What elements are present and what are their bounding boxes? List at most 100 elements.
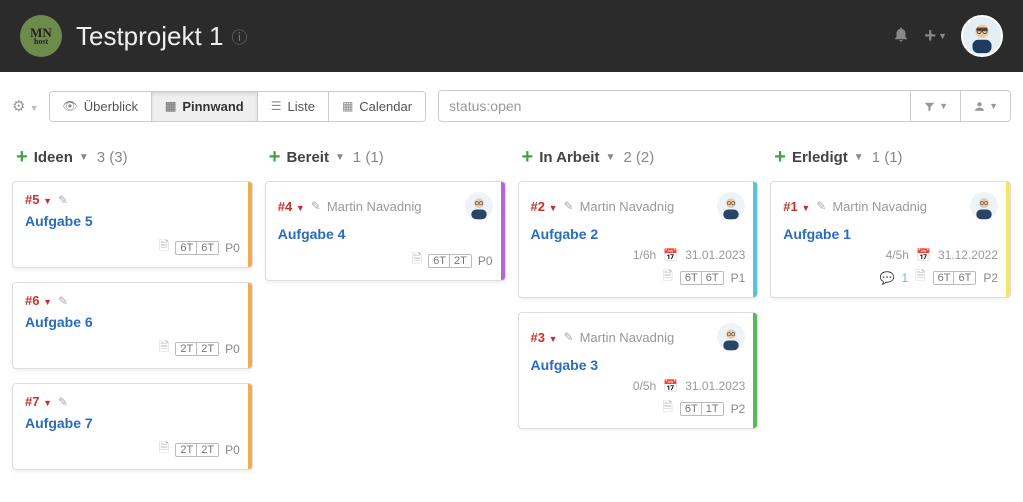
add-icon[interactable]: +▼ bbox=[924, 25, 947, 48]
add-card-button[interactable]: + bbox=[522, 146, 534, 169]
edit-icon[interactable]: ✎ bbox=[58, 395, 68, 409]
card-stripe bbox=[248, 384, 252, 469]
card-title[interactable]: Aufgabe 6 bbox=[25, 314, 93, 330]
due-date: 31.01.2023 bbox=[685, 248, 745, 262]
card-id[interactable]: #6 ▼ bbox=[25, 293, 52, 308]
time-badge: 2T2T bbox=[175, 443, 219, 457]
card-stripe bbox=[753, 182, 757, 297]
card-title[interactable]: Aufgabe 1 bbox=[783, 226, 851, 242]
column-header: + Ideen ▼ 3 (3) bbox=[12, 138, 253, 181]
card[interactable]: #5 ▼ ✎ Aufgabe 5 🗎 6T6T P0 bbox=[12, 181, 253, 268]
chevron-down-icon[interactable]: ▼ bbox=[79, 152, 89, 163]
card-id[interactable]: #4 ▼ bbox=[278, 199, 305, 214]
column-count: 1 (1) bbox=[872, 149, 903, 166]
tab-label: Liste bbox=[287, 99, 314, 114]
card-id[interactable]: #2 ▼ bbox=[531, 199, 558, 214]
time-badge: 6T1T bbox=[680, 402, 724, 416]
edit-icon[interactable]: ✎ bbox=[58, 193, 68, 207]
time-badge: 6T6T bbox=[680, 271, 724, 285]
comment-icon[interactable]: 💬 bbox=[880, 271, 895, 285]
user-avatar[interactable] bbox=[961, 15, 1003, 57]
info-icon[interactable]: ⓘ bbox=[231, 24, 247, 48]
chevron-down-icon[interactable]: ▼ bbox=[854, 152, 864, 163]
card-id[interactable]: #5 ▼ bbox=[25, 192, 52, 207]
column-header: + Erledigt ▼ 1 (1) bbox=[770, 138, 1011, 181]
column-bereit: + Bereit ▼ 1 (1) #4 ▼ ✎ Martin Navadnig … bbox=[265, 138, 506, 295]
edit-icon[interactable]: ✎ bbox=[564, 330, 574, 344]
edit-icon[interactable]: ✎ bbox=[58, 294, 68, 308]
column-name: Erledigt bbox=[792, 149, 848, 166]
project-title: Testprojekt 1 bbox=[76, 21, 223, 52]
assignee-avatar[interactable] bbox=[717, 192, 745, 220]
card[interactable]: #4 ▼ ✎ Martin Navadnig Aufgabe 4 🗎 6T2T … bbox=[265, 181, 506, 281]
search-input[interactable] bbox=[438, 90, 911, 122]
edit-icon[interactable]: ✎ bbox=[564, 199, 574, 213]
bell-icon[interactable] bbox=[892, 25, 910, 48]
column-name: Bereit bbox=[286, 149, 329, 166]
calendar-icon: ▦ bbox=[342, 99, 353, 113]
card-id[interactable]: #3 ▼ bbox=[531, 330, 558, 345]
due-date: 31.12.2022 bbox=[938, 248, 998, 262]
add-card-button[interactable]: + bbox=[16, 146, 28, 169]
card-stripe bbox=[248, 283, 252, 368]
priority: P0 bbox=[225, 241, 240, 255]
app-logo[interactable]: MNhost bbox=[20, 15, 62, 57]
card[interactable]: #7 ▼ ✎ Aufgabe 7 🗎 2T2T P0 bbox=[12, 383, 253, 470]
column-header: + Bereit ▼ 1 (1) bbox=[265, 138, 506, 181]
card[interactable]: #2 ▼ ✎ Martin Navadnig Aufgabe 2 1/6h 📅 … bbox=[518, 181, 759, 298]
card-title[interactable]: Aufgabe 5 bbox=[25, 213, 93, 229]
chevron-down-icon[interactable]: ▼ bbox=[605, 152, 615, 163]
column-count: 2 (2) bbox=[623, 149, 654, 166]
time-badge: 2T2T bbox=[175, 342, 219, 356]
doc-icon: 🗎 bbox=[662, 398, 672, 420]
column-count: 1 (1) bbox=[353, 149, 384, 166]
calendar-icon: 📅 bbox=[916, 248, 931, 262]
column-header: + In Arbeit ▼ 2 (2) bbox=[518, 138, 759, 181]
card[interactable]: #6 ▼ ✎ Aufgabe 6 🗎 2T2T P0 bbox=[12, 282, 253, 369]
edit-icon[interactable]: ✎ bbox=[311, 199, 321, 213]
priority: P0 bbox=[225, 443, 240, 457]
eye-icon: 👁 bbox=[63, 99, 78, 113]
card-stripe bbox=[1006, 182, 1010, 297]
card-stripe bbox=[753, 313, 757, 428]
tab-calendar[interactable]: ▦ Calendar bbox=[329, 92, 425, 121]
column-ideen: + Ideen ▼ 3 (3) #5 ▼ ✎ Aufgabe 5 🗎 6T6T … bbox=[12, 138, 253, 484]
card-title[interactable]: Aufgabe 2 bbox=[531, 226, 599, 242]
topbar: MNhost Testprojekt 1 ⓘ +▼ bbox=[0, 0, 1023, 72]
card-title[interactable]: Aufgabe 4 bbox=[278, 226, 346, 242]
doc-icon: 🗎 bbox=[159, 237, 169, 259]
add-card-button[interactable]: + bbox=[774, 146, 786, 169]
card-title[interactable]: Aufgabe 3 bbox=[531, 357, 599, 373]
calendar-icon: 📅 bbox=[663, 379, 678, 393]
assignee-avatar[interactable] bbox=[970, 192, 998, 220]
user-filter-button[interactable]: ▼ bbox=[961, 90, 1011, 122]
time-badge: 6T2T bbox=[428, 254, 472, 268]
column-name: In Arbeit bbox=[539, 149, 599, 166]
filter-button[interactable]: ▼ bbox=[911, 90, 961, 122]
card-title[interactable]: Aufgabe 7 bbox=[25, 415, 93, 431]
card-id[interactable]: #7 ▼ bbox=[25, 394, 52, 409]
tab-label: Überblick bbox=[84, 99, 138, 114]
card[interactable]: #1 ▼ ✎ Martin Navadnig Aufgabe 1 4/5h 📅 … bbox=[770, 181, 1011, 298]
chevron-down-icon[interactable]: ▼ bbox=[335, 152, 345, 163]
priority: P2 bbox=[983, 271, 998, 285]
assignee-avatar[interactable] bbox=[465, 192, 493, 220]
doc-icon: 🗎 bbox=[915, 267, 925, 289]
tab-overview[interactable]: 👁 Überblick bbox=[50, 92, 152, 121]
card[interactable]: #3 ▼ ✎ Martin Navadnig Aufgabe 3 0/5h 📅 … bbox=[518, 312, 759, 429]
due-date: 31.01.2023 bbox=[685, 379, 745, 393]
calendar-icon: 📅 bbox=[663, 248, 678, 262]
tab-label: Calendar bbox=[359, 99, 412, 114]
tab-board[interactable]: ▦ Pinnwand bbox=[152, 92, 258, 121]
add-card-button[interactable]: + bbox=[269, 146, 281, 169]
card-id[interactable]: #1 ▼ bbox=[783, 199, 810, 214]
assignee-avatar[interactable] bbox=[717, 323, 745, 351]
search-wrap: ▼ ▼ bbox=[438, 90, 1011, 122]
card-stripe bbox=[248, 182, 252, 267]
tab-list[interactable]: ☰ Liste bbox=[258, 92, 329, 121]
edit-icon[interactable]: ✎ bbox=[816, 199, 826, 213]
comment-count: 1 bbox=[901, 271, 908, 285]
assignee-name: Martin Navadnig bbox=[580, 199, 675, 214]
gear-icon[interactable]: ⚙ ▼ bbox=[12, 97, 39, 115]
doc-icon: 🗎 bbox=[662, 267, 672, 289]
